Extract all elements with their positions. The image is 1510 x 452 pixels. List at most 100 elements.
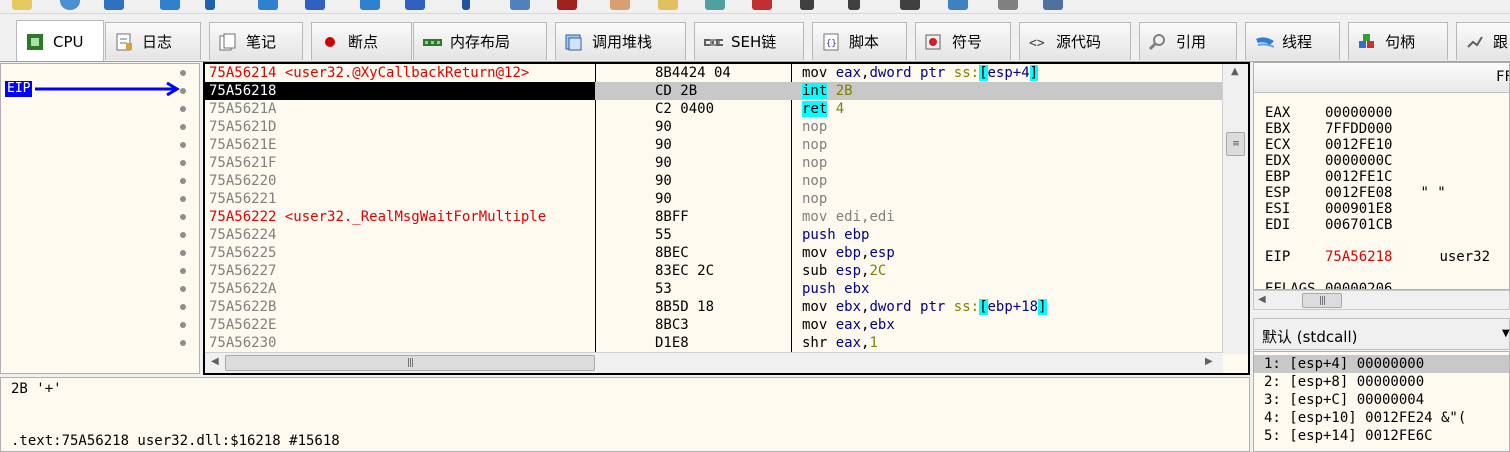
hash-icon[interactable] bbox=[848, 0, 860, 10]
disasm-row[interactable]: 75A5622A 53 push ebx bbox=[205, 280, 1223, 298]
branch-dot bbox=[180, 286, 186, 292]
stack-arg-row[interactable]: 1: [esp+4] 00000000 bbox=[1264, 355, 1424, 373]
stack-arg-row[interactable]: 5: [esp+14] 0012FE6C bbox=[1264, 427, 1433, 445]
scroll-left-icon[interactable]: ◀ bbox=[211, 356, 219, 367]
scroll-up-icon[interactable]: ▲ bbox=[1231, 66, 1239, 77]
trace-icon bbox=[1465, 33, 1485, 51]
tab-memory-map[interactable]: 内存布局 bbox=[413, 22, 547, 60]
tab-symbols[interactable]: 符号 bbox=[915, 22, 1011, 60]
stack-arg-row[interactable]: 4: [esp+10] 0012FE24 &"( bbox=[1264, 409, 1466, 427]
tab-references[interactable]: 引用 bbox=[1139, 22, 1237, 60]
disasm-row[interactable]: 75A56220 90 nop bbox=[205, 172, 1223, 190]
disasm-row[interactable]: 75A5621D 90 nop bbox=[205, 118, 1223, 136]
scroll-left-icon[interactable]: ◀ bbox=[1258, 294, 1266, 305]
scroll-right-icon[interactable]: ▶ bbox=[1205, 356, 1213, 367]
execute-till-return-icon[interactable] bbox=[462, 0, 470, 10]
find-icon[interactable] bbox=[948, 0, 968, 10]
tab-seh-chain[interactable]: SEH链 bbox=[694, 22, 804, 60]
instruction-cell: mov eax,ebx bbox=[802, 317, 895, 333]
stack-arg-row[interactable]: 2: [esp+8] 00000000 bbox=[1264, 373, 1424, 391]
scroll-thumb[interactable]: ||| bbox=[1302, 293, 1342, 308]
disasm-row[interactable]: 75A5622B 8B5D 18 mov ebx,dword ptr ss:[e… bbox=[205, 298, 1223, 316]
bytes-cell: CD 2B bbox=[655, 83, 698, 99]
disasm-row[interactable]: 75A56221 90 nop bbox=[205, 190, 1223, 208]
restart-icon[interactable] bbox=[60, 0, 80, 10]
bytes-cell: 8B5D 18 bbox=[655, 299, 715, 315]
address-cell: 75A56225 bbox=[209, 245, 277, 261]
trace-over-icon[interactable] bbox=[405, 0, 425, 10]
disasm-row[interactable]: 75A56222 <user32._RealMsgWaitForMultiple… bbox=[205, 208, 1223, 226]
comment-icon[interactable] bbox=[658, 0, 678, 10]
tab-handles[interactable]: 句柄 bbox=[1348, 22, 1448, 60]
record-icon[interactable] bbox=[557, 0, 577, 10]
registers-pane[interactable]: FF EAX00000000 EBX7FFDD000 ECX0012FE10 E… bbox=[1253, 62, 1510, 290]
disasm-row[interactable]: 75A5621E 90 nop bbox=[205, 136, 1223, 154]
instruction-cell: push ebx bbox=[802, 281, 870, 297]
patch-icon[interactable] bbox=[610, 0, 630, 10]
stack-arguments-pane[interactable]: 1: [esp+4] 00000000 2: [esp+8] 00000000 … bbox=[1253, 351, 1510, 452]
branch-dot bbox=[180, 250, 186, 256]
disasm-row[interactable]: 75A56224 55 push ebp bbox=[205, 226, 1223, 244]
calling-convention-select[interactable]: 默认 (stdcall) ▼ bbox=[1253, 318, 1510, 350]
disasm-row[interactable]: 75A56230 D1E8 shr eax,1 bbox=[205, 334, 1223, 352]
function-icon[interactable] bbox=[800, 0, 814, 10]
close-icon[interactable] bbox=[104, 0, 124, 10]
stack-arg-row[interactable]: 3: [esp+C] 00000004 bbox=[1264, 391, 1424, 409]
scroll-thumb[interactable]: ≡ bbox=[1226, 132, 1245, 156]
tab-trace[interactable]: 跟 bbox=[1456, 22, 1510, 60]
address-cell: 75A5622A bbox=[209, 281, 277, 297]
font-icon[interactable] bbox=[900, 0, 920, 10]
register-ebx[interactable]: EBX 7FFDD000 bbox=[1265, 121, 1392, 137]
address-cell: 75A56218 bbox=[205, 82, 595, 100]
register-eax[interactable]: EAX 00000000 bbox=[1265, 105, 1392, 121]
disasm-row[interactable]: 75A56227 83EC 2C sub esp,2C bbox=[205, 262, 1223, 280]
register-eflags[interactable]: EFLAGS 00000206 bbox=[1265, 281, 1392, 289]
tab-threads[interactable]: 线程 bbox=[1245, 22, 1340, 60]
step-over-icon[interactable] bbox=[305, 0, 325, 10]
pause-icon[interactable] bbox=[205, 0, 215, 10]
tab-script[interactable]: {} 脚本 bbox=[812, 22, 907, 60]
tab-call-stack[interactable]: 调用堆栈 bbox=[555, 22, 686, 60]
main-toolbar bbox=[0, 0, 1510, 14]
settings-icon[interactable] bbox=[1043, 0, 1063, 10]
disasm-horizontal-scrollbar[interactable]: ◀ ||| ▶ bbox=[205, 352, 1223, 373]
chevron-down-icon[interactable]: ▼ bbox=[1502, 328, 1510, 339]
register-ecx[interactable]: ECX 0012FE10 bbox=[1265, 137, 1392, 153]
register-ebp[interactable]: EBP 0012FE1C bbox=[1265, 169, 1392, 185]
breakpoint-icon bbox=[320, 33, 340, 51]
tab-notes[interactable]: 笔记 bbox=[209, 22, 303, 60]
disasm-row[interactable]: 75A56214 <user32.@XyCallbackReturn@12> 8… bbox=[205, 64, 1223, 82]
scroll-thumb[interactable]: ||| bbox=[225, 355, 595, 371]
disasm-row[interactable]: 75A5622E 8BC3 mov eax,ebx bbox=[205, 316, 1223, 334]
step-into-icon[interactable] bbox=[258, 0, 278, 10]
disassembly-view[interactable]: 75A56214 <user32.@XyCallbackReturn@12> 8… bbox=[203, 62, 1250, 375]
disasm-vertical-scrollbar[interactable]: ▲ ≡ bbox=[1222, 64, 1248, 354]
register-esi[interactable]: ESI 000901E8 bbox=[1265, 201, 1392, 217]
calculator-icon[interactable] bbox=[998, 0, 1018, 10]
open-icon[interactable] bbox=[12, 0, 32, 10]
bytes-cell: 8BC3 bbox=[655, 317, 689, 333]
register-edx[interactable]: EDX 0000000C bbox=[1265, 153, 1392, 169]
disasm-row[interactable]: 75A56225 8BEC mov ebp,esp bbox=[205, 244, 1223, 262]
registers-horizontal-scrollbar[interactable]: ◀ ||| bbox=[1253, 290, 1510, 310]
run-to-user-code-icon[interactable] bbox=[510, 0, 530, 10]
disasm-row[interactable]: 75A5621A C2 0400 ret 4 bbox=[205, 100, 1223, 118]
register-edi[interactable]: EDI 006701CB bbox=[1265, 217, 1392, 233]
tab-log[interactable]: 日志 bbox=[105, 22, 201, 60]
label-icon[interactable] bbox=[705, 0, 725, 10]
tab-cpu[interactable]: CPU bbox=[16, 20, 104, 61]
tab-source[interactable]: <> 源代码 bbox=[1019, 22, 1131, 60]
registers-header[interactable]: FF bbox=[1254, 63, 1509, 93]
trace-into-icon[interactable] bbox=[360, 0, 380, 10]
bookmark-icon[interactable] bbox=[752, 0, 772, 10]
register-esp[interactable]: ESP 0012FE08 " " bbox=[1265, 185, 1446, 201]
disasm-row[interactable]: 75A5621F 90 nop bbox=[205, 154, 1223, 172]
tab-label: 笔记 bbox=[246, 33, 277, 51]
register-eip[interactable]: EIP 75A56218 user32 bbox=[1265, 249, 1490, 265]
disasm-row-selected[interactable]: 75A56218 CD 2B int 2B bbox=[205, 82, 1223, 100]
seh-chain-icon bbox=[703, 33, 723, 51]
tab-breakpoints[interactable]: 断点 bbox=[311, 22, 412, 60]
run-icon[interactable] bbox=[160, 0, 180, 10]
branch-dot bbox=[180, 268, 186, 274]
address-cell: 75A5621A bbox=[209, 101, 277, 117]
